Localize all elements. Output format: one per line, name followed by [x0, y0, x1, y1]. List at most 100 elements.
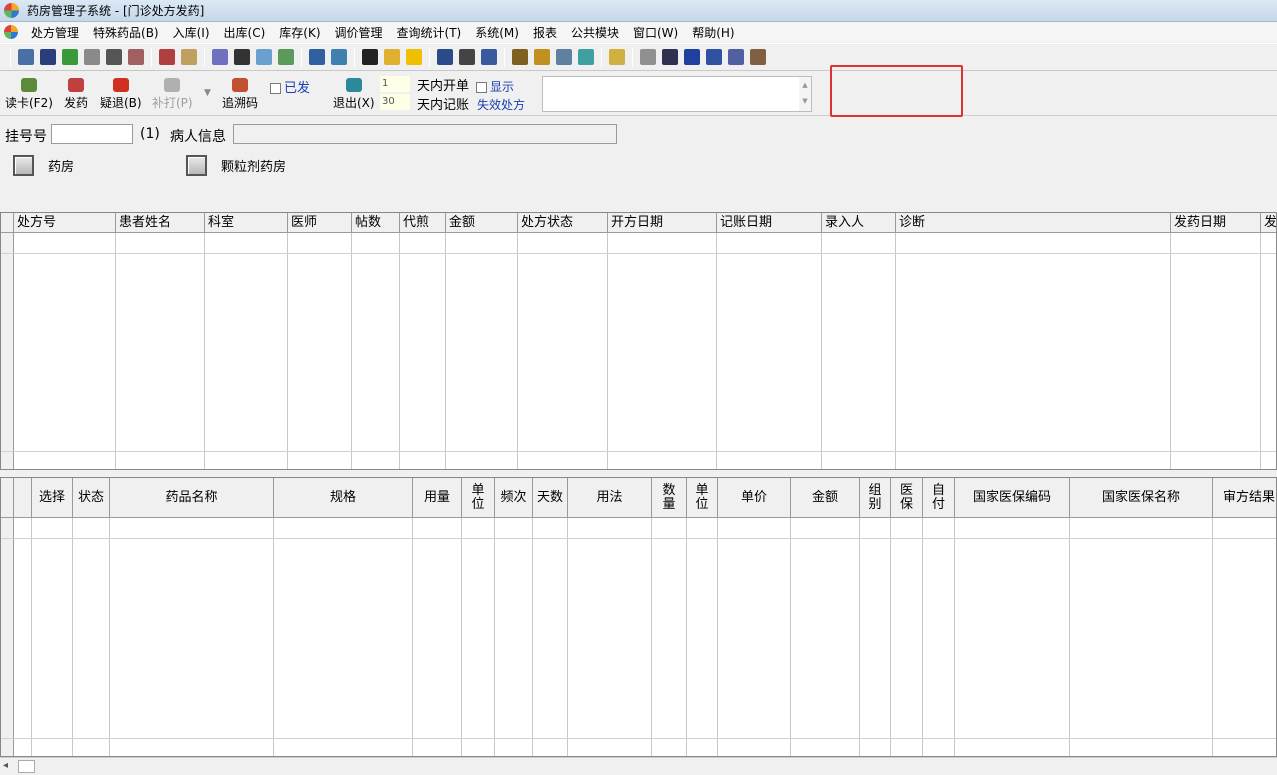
- edit-icon[interactable]: [278, 49, 294, 65]
- zoom-icon[interactable]: [556, 49, 572, 65]
- note-edit-icon[interactable]: [728, 49, 744, 65]
- col-header-frequency[interactable]: 频次: [495, 478, 533, 518]
- exit-button[interactable]: 退出(X): [333, 78, 375, 111]
- menu-system[interactable]: 系统(M): [468, 24, 526, 41]
- trace-code-button[interactable]: 追溯码: [222, 78, 258, 111]
- prescription-table[interactable]: 处方号 患者姓名 科室 医师 帖数 代煎 金额 处方状态 开方日期 记账日期 录…: [0, 212, 1277, 470]
- cascade-icon[interactable]: [706, 49, 722, 65]
- folder-up-icon[interactable]: [609, 49, 625, 65]
- col-header-amount[interactable]: 金额: [791, 478, 860, 518]
- note-scrollbar[interactable]: ▲ ▼: [799, 77, 811, 111]
- col-header-department[interactable]: 科室: [205, 213, 288, 233]
- col-header-spec[interactable]: 规格: [274, 478, 413, 518]
- app-logo-icon[interactable]: [4, 25, 18, 39]
- col-header-amount[interactable]: 金额: [446, 213, 518, 233]
- horizontal-scrollbar[interactable]: ◂: [0, 757, 1277, 775]
- col-header-patient-name[interactable]: 患者姓名: [116, 213, 205, 233]
- menu-public-module[interactable]: 公共模块: [564, 24, 626, 41]
- package-icon[interactable]: [128, 49, 144, 65]
- form-icon[interactable]: [309, 49, 325, 65]
- export-icon[interactable]: [750, 49, 766, 65]
- col-header-review-result[interactable]: 审方结果: [1213, 478, 1276, 518]
- trash-icon[interactable]: [437, 49, 453, 65]
- dropdown-arrow-icon[interactable]: ▼: [204, 88, 211, 98]
- cube-icon[interactable]: [640, 49, 656, 65]
- check-icon[interactable]: [62, 49, 78, 65]
- note-textarea[interactable]: ▲ ▼: [542, 76, 812, 112]
- menu-stock-in[interactable]: 入库(I): [166, 24, 217, 41]
- show-checkbox[interactable]: 显示: [476, 78, 514, 95]
- thermometer-icon[interactable]: [534, 49, 550, 65]
- col-header-rx-status[interactable]: 处方状态: [518, 213, 608, 233]
- col-header-dosage[interactable]: 用量: [413, 478, 462, 518]
- col-header-doctor[interactable]: 医师: [288, 213, 352, 233]
- clipboard-icon[interactable]: [212, 49, 228, 65]
- col-header-dispense-more[interactable]: 发: [1261, 213, 1276, 233]
- col-header-unit[interactable]: 单位: [462, 478, 495, 518]
- col-header-decoct[interactable]: 代煎: [400, 213, 446, 233]
- bell-icon[interactable]: [384, 49, 400, 65]
- dispense-button[interactable]: 发药: [64, 78, 88, 111]
- col-header-days[interactable]: 天数: [533, 478, 568, 518]
- col-header-usage[interactable]: 用法: [568, 478, 652, 518]
- col-header-insurance[interactable]: 医保: [891, 478, 923, 518]
- table-row[interactable]: [1, 253, 1276, 254]
- film-icon[interactable]: [406, 49, 422, 65]
- days-billing-input[interactable]: 30: [380, 94, 410, 110]
- people-icon[interactable]: [481, 49, 497, 65]
- card-icon[interactable]: [181, 49, 197, 65]
- bottle-icon[interactable]: [40, 49, 56, 65]
- col-header-entered-by[interactable]: 录入人: [822, 213, 896, 233]
- dispensed-checkbox[interactable]: 已发: [270, 77, 310, 96]
- col-header-dispense-date[interactable]: 发药日期: [1171, 213, 1261, 233]
- col-header-dose-count[interactable]: 帖数: [352, 213, 400, 233]
- menu-help[interactable]: 帮助(H): [685, 24, 741, 41]
- menu-special-drugs[interactable]: 特殊药品(B): [86, 24, 166, 41]
- scroll-left-icon[interactable]: ◂: [3, 760, 8, 771]
- monitor-icon[interactable]: [18, 49, 34, 65]
- days-open-input[interactable]: 1: [380, 76, 410, 92]
- menu-stock-out[interactable]: 出库(C): [217, 24, 273, 41]
- col-header-status[interactable]: 状态: [73, 478, 110, 518]
- col-header-unit-price[interactable]: 单价: [718, 478, 791, 518]
- col-header-unit-2[interactable]: 单位: [687, 478, 718, 518]
- pharmacy-toggle-icon[interactable]: [13, 155, 34, 176]
- table-row[interactable]: [1, 738, 1276, 739]
- close-box-icon[interactable]: [578, 49, 594, 65]
- col-header-billing-date[interactable]: 记账日期: [717, 213, 822, 233]
- pointer-icon[interactable]: [459, 49, 475, 65]
- col-header-group[interactable]: 组别: [860, 478, 891, 518]
- menu-price-adjust[interactable]: 调价管理: [328, 24, 390, 41]
- menu-query-stats[interactable]: 查询统计(T): [390, 24, 469, 41]
- pharmacy-toggle-icon[interactable]: [186, 155, 207, 176]
- list-icon[interactable]: [684, 49, 700, 65]
- col-header-national-code[interactable]: 国家医保编码: [955, 478, 1070, 518]
- book-icon[interactable]: [159, 49, 175, 65]
- menu-inventory[interactable]: 库存(K): [272, 24, 327, 41]
- invalid-rx-link[interactable]: 失效处方: [477, 96, 525, 113]
- binoculars-icon[interactable]: [106, 49, 122, 65]
- pharmacy-toggle-granule[interactable]: 颗粒剂药房: [186, 155, 286, 176]
- printer-icon[interactable]: [512, 49, 528, 65]
- window-icon[interactable]: [331, 49, 347, 65]
- col-header-blank[interactable]: [14, 478, 32, 518]
- col-header-drug-name[interactable]: 药品名称: [110, 478, 274, 518]
- calculator-icon[interactable]: [362, 49, 378, 65]
- col-header-rx-date[interactable]: 开方日期: [608, 213, 717, 233]
- magnifier-icon[interactable]: [662, 49, 678, 65]
- col-header-select[interactable]: 选择: [32, 478, 73, 518]
- paste-icon[interactable]: [256, 49, 272, 65]
- reg-number-input[interactable]: [51, 124, 133, 144]
- checkmark-icon[interactable]: [234, 49, 250, 65]
- menu-rx-management[interactable]: 处方管理: [24, 24, 86, 41]
- col-header-national-name[interactable]: 国家医保名称: [1070, 478, 1213, 518]
- scroll-thumb[interactable]: [18, 760, 35, 773]
- menu-window[interactable]: 窗口(W): [626, 24, 685, 41]
- document-icon[interactable]: [84, 49, 100, 65]
- table-row[interactable]: [1, 538, 1276, 539]
- table-row[interactable]: [1, 451, 1276, 452]
- menu-reports[interactable]: 报表: [526, 24, 564, 41]
- read-card-button[interactable]: 读卡(F2): [5, 78, 53, 111]
- col-header-quantity[interactable]: 数量: [652, 478, 687, 518]
- col-header-self-pay[interactable]: 自付: [923, 478, 955, 518]
